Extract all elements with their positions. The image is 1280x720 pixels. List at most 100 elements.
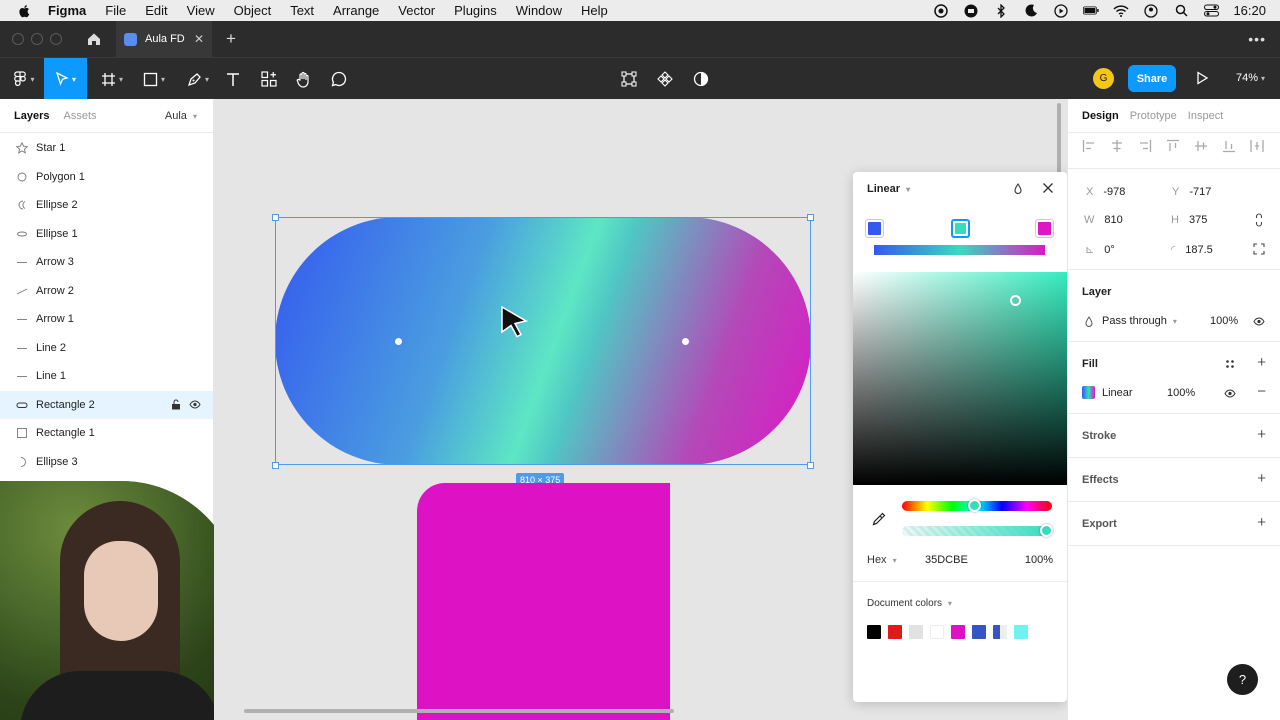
bluetooth-icon[interactable] xyxy=(993,3,1009,18)
wifi-icon[interactable] xyxy=(1113,4,1129,18)
layer-row-selected[interactable]: Rectangle 2 xyxy=(0,390,213,419)
layer-row[interactable]: Arrow 3 xyxy=(0,248,213,277)
hand-tool-button[interactable] xyxy=(293,58,315,100)
menu-arrange[interactable]: Arrange xyxy=(333,3,379,18)
vertical-scrollbar[interactable] xyxy=(1057,103,1061,173)
resources-tool-button[interactable] xyxy=(258,58,280,100)
present-button[interactable] xyxy=(1194,70,1210,89)
edit-object-button[interactable] xyxy=(618,58,640,100)
align-bottom-icon[interactable] xyxy=(1222,139,1236,153)
opacity-slider[interactable] xyxy=(902,526,1052,536)
gradient-stop-blue[interactable] xyxy=(865,219,884,238)
layer-opacity-input[interactable]: 100% xyxy=(1210,315,1238,327)
gradient-stop-teal[interactable] xyxy=(951,219,970,238)
gradient-stop-magenta[interactable] xyxy=(1035,219,1054,238)
lock-icon[interactable] xyxy=(171,399,181,410)
swatch-red[interactable] xyxy=(888,625,902,639)
layer-row[interactable]: Ellipse 3 xyxy=(0,448,213,477)
width-field[interactable]: W 810 xyxy=(1084,214,1123,226)
opacity-slider-knob[interactable] xyxy=(1040,524,1053,537)
share-button[interactable]: Share xyxy=(1128,65,1176,92)
create-component-button[interactable] xyxy=(654,58,676,100)
close-window-button[interactable] xyxy=(12,33,24,45)
home-icon[interactable] xyxy=(84,29,104,49)
swatch-blue-transparent[interactable] xyxy=(993,625,1007,639)
remove-fill-button[interactable]: − xyxy=(1257,383,1266,400)
opacity-drop-icon[interactable] xyxy=(1013,183,1023,195)
swatch-white[interactable] xyxy=(930,625,944,639)
help-button[interactable]: ? xyxy=(1227,664,1258,695)
fill-opacity-input[interactable]: 100% xyxy=(1167,387,1195,399)
menu-object[interactable]: Object xyxy=(234,3,272,18)
tab-inspect[interactable]: Inspect xyxy=(1188,110,1223,122)
play-circle-icon[interactable] xyxy=(1053,3,1069,18)
layer-row[interactable]: Ellipse 1 xyxy=(0,220,213,249)
add-fill-button[interactable]: + xyxy=(1257,354,1266,371)
corner-radius-field[interactable]: ◜ 187.5 xyxy=(1171,243,1213,256)
distribute-icon[interactable] xyxy=(1250,139,1264,153)
align-h-center-icon[interactable] xyxy=(1110,139,1124,153)
layer-row[interactable]: Line 2 xyxy=(0,334,213,363)
menu-text[interactable]: Text xyxy=(290,3,314,18)
moon-icon[interactable] xyxy=(1023,4,1039,18)
layer-row[interactable]: Ellipse 2 xyxy=(0,191,213,220)
horizontal-scrollbar[interactable] xyxy=(244,709,674,713)
align-v-center-icon[interactable] xyxy=(1194,139,1208,153)
rectangle-1-shape[interactable] xyxy=(417,483,670,720)
layer-row[interactable]: Polygon 1 xyxy=(0,163,213,192)
menu-help[interactable]: Help xyxy=(581,3,608,18)
comment-tool-button[interactable] xyxy=(328,58,350,100)
tab-assets[interactable]: Assets xyxy=(63,110,96,122)
color-opacity-input[interactable]: 100% xyxy=(1025,554,1053,566)
more-options-icon[interactable]: ••• xyxy=(1248,31,1266,47)
battery-icon[interactable] xyxy=(1083,4,1100,18)
move-tool-button[interactable]: ▾ xyxy=(44,58,87,100)
eyedropper-icon[interactable] xyxy=(872,512,886,526)
constrain-proportions-icon[interactable] xyxy=(1254,213,1264,227)
resize-handle-br[interactable] xyxy=(807,462,814,469)
gradient-end-handle[interactable] xyxy=(682,338,689,345)
swatch-magenta[interactable] xyxy=(951,625,965,639)
menu-view[interactable]: View xyxy=(187,3,215,18)
layer-row[interactable]: Arrow 1 xyxy=(0,305,213,334)
gradient-type-dropdown[interactable]: Linear ▾ xyxy=(867,183,910,195)
add-effect-button[interactable]: + xyxy=(1257,470,1266,487)
tab-design[interactable]: Design xyxy=(1082,110,1119,122)
search-icon[interactable] xyxy=(1173,4,1189,18)
main-menu-button[interactable]: ▾ xyxy=(4,58,44,100)
hue-slider-knob[interactable] xyxy=(968,499,981,512)
menu-vector[interactable]: Vector xyxy=(398,3,435,18)
eye-icon[interactable] xyxy=(1253,316,1265,327)
user-avatar[interactable]: G xyxy=(1093,68,1114,89)
height-field[interactable]: H 375 xyxy=(1171,214,1207,226)
pen-tool-button[interactable]: ▾ xyxy=(180,58,216,100)
align-left-icon[interactable] xyxy=(1082,139,1096,153)
gradient-preview-bar[interactable] xyxy=(874,245,1045,255)
menu-app-figma[interactable]: Figma xyxy=(48,3,86,18)
document-colors-dropdown[interactable]: Document colors ▾ xyxy=(867,598,952,609)
vpn-icon[interactable] xyxy=(963,4,979,18)
menu-window[interactable]: Window xyxy=(516,3,562,18)
align-top-icon[interactable] xyxy=(1166,139,1180,153)
add-export-button[interactable]: + xyxy=(1257,514,1266,531)
rotation-field[interactable]: ⊾ 0° xyxy=(1085,243,1115,256)
menubar-clock[interactable]: 16:20 xyxy=(1233,3,1266,18)
mask-button[interactable] xyxy=(690,58,712,100)
zoom-dropdown[interactable]: 74% ▾ xyxy=(1236,72,1265,84)
layer-row[interactable]: Line 1 xyxy=(0,362,213,391)
control-center-icon[interactable] xyxy=(1203,4,1219,18)
color-mode-dropdown[interactable]: Hex ▾ xyxy=(867,554,897,566)
fill-gradient-swatch[interactable] xyxy=(1082,386,1095,399)
close-tab-icon[interactable]: ✕ xyxy=(194,32,204,46)
style-grid-icon[interactable] xyxy=(1225,359,1235,369)
user-icon[interactable] xyxy=(1143,3,1159,18)
resize-handle-bl[interactable] xyxy=(272,462,279,469)
add-stroke-button[interactable]: + xyxy=(1257,426,1266,443)
menu-file[interactable]: File xyxy=(105,3,126,18)
gradient-start-handle[interactable] xyxy=(395,338,402,345)
align-right-icon[interactable] xyxy=(1138,139,1152,153)
blend-mode-dropdown[interactable]: Pass through ▾ xyxy=(1102,315,1177,327)
independent-corners-icon[interactable] xyxy=(1253,243,1265,255)
close-icon[interactable] xyxy=(1042,182,1054,194)
swatch-blue[interactable] xyxy=(972,625,986,639)
